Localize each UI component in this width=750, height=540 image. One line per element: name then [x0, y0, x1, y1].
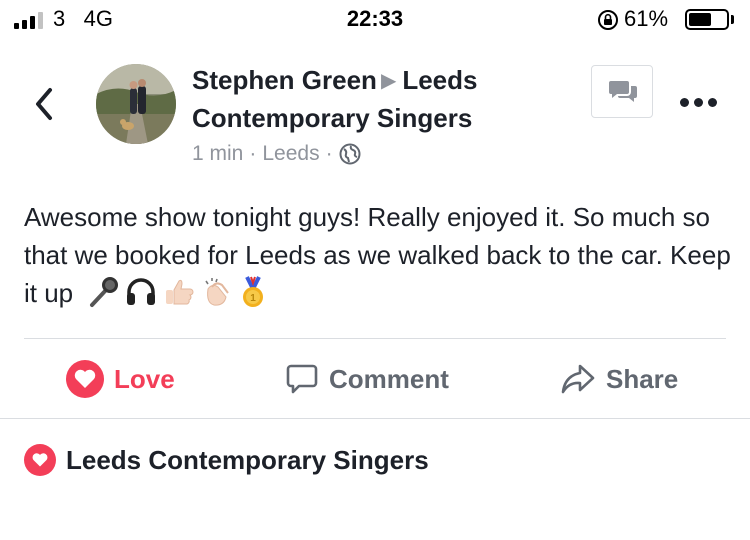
- more-options-icon[interactable]: [680, 98, 717, 107]
- post-title: Stephen Green ▶ Leeds Contemporary Singers: [192, 63, 562, 136]
- orientation-lock-icon: [598, 10, 618, 30]
- battery-fill: [689, 13, 711, 26]
- thumbs-up-emoji: [166, 280, 194, 305]
- reactions-summary[interactable]: Leeds Contemporary Singers: [24, 444, 429, 476]
- battery-icon: [685, 9, 729, 30]
- meta-separator: ·: [325, 142, 333, 165]
- share-icon: [561, 364, 595, 394]
- love-label: Love: [114, 363, 175, 394]
- clapping-hands-emoji: [205, 278, 230, 306]
- reactions-label: Leeds Contemporary Singers: [66, 444, 429, 475]
- post-body: Awesome show tonight guys! Really enjoye…: [24, 198, 734, 312]
- chat-bubbles-icon: [609, 81, 637, 102]
- message-button[interactable]: [591, 65, 653, 118]
- heart-icon: [66, 360, 104, 398]
- meta-separator: ·: [249, 142, 257, 165]
- globe-icon: [339, 143, 361, 165]
- emoji-row: 1: [86, 275, 268, 309]
- battery-nub: [731, 15, 734, 24]
- status-bar: 3 4G 22:33 61%: [0, 0, 750, 44]
- share-label: Share: [606, 363, 679, 394]
- share-button[interactable]: Share: [560, 339, 678, 419]
- arrow-icon: ▶: [380, 70, 397, 92]
- avatar[interactable]: [96, 64, 176, 144]
- headphones-emoji: [127, 278, 156, 306]
- comment-label: Comment: [329, 363, 449, 394]
- love-button[interactable]: Love: [66, 339, 175, 419]
- love-reaction-icon: [24, 444, 56, 476]
- divider: [0, 418, 750, 419]
- comment-icon: [286, 364, 318, 394]
- medal-emoji: 1: [243, 276, 264, 308]
- comment-button[interactable]: Comment: [285, 339, 449, 419]
- back-chevron-icon[interactable]: [30, 84, 60, 124]
- post-time[interactable]: 1 min: [192, 142, 243, 166]
- action-bar: Love Comment Share: [0, 339, 750, 419]
- battery-percent: 61%: [624, 6, 669, 31]
- post-meta: 1 min · Leeds ·: [192, 142, 562, 166]
- avatar-photo: [96, 64, 176, 144]
- post-header: Stephen Green ▶ Leeds Contemporary Singers…: [192, 63, 562, 166]
- microphone-emoji: [90, 277, 119, 308]
- author-name[interactable]: Stephen Green: [192, 65, 377, 95]
- svg-text:1: 1: [251, 293, 257, 304]
- post-location[interactable]: Leeds: [262, 142, 319, 166]
